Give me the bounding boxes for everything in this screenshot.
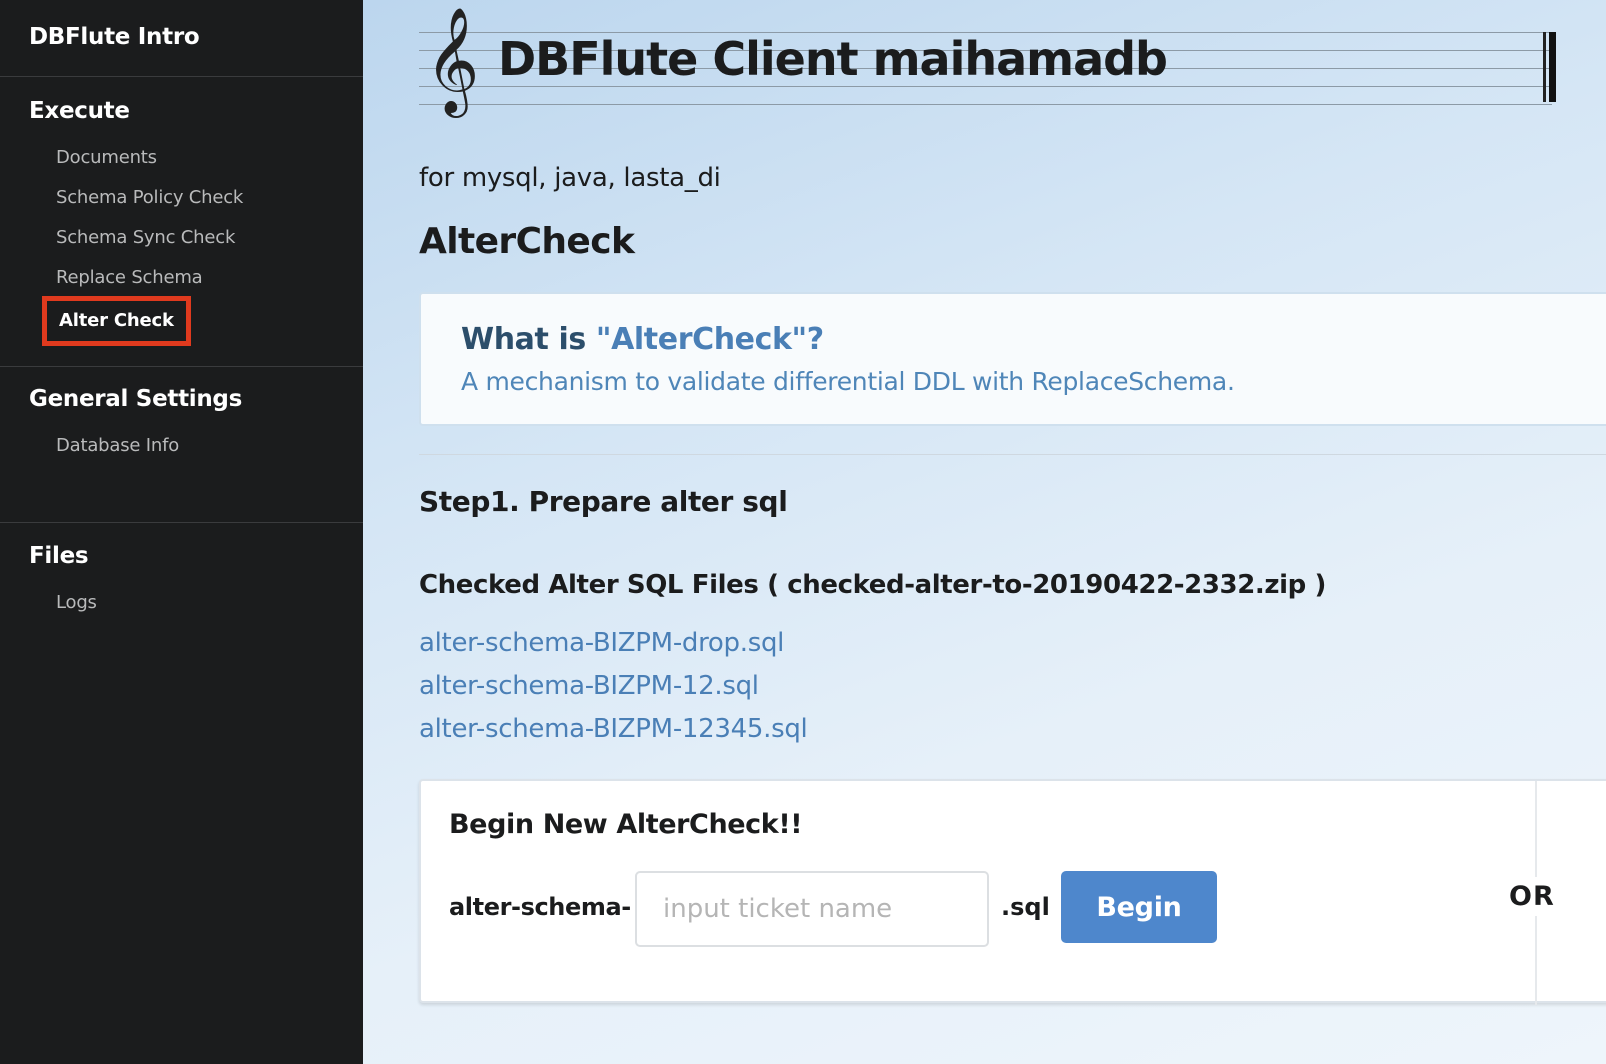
ticket-name-input[interactable] [635,871,989,947]
staff-end-bar-thin [1543,32,1546,102]
sidebar-section-execute: Execute Documents Schema Policy Check Sc… [0,77,363,367]
sidebar-item-alter-check[interactable]: Alter Check [42,296,191,346]
sidebar: DBFlute Intro Execute Documents Schema P… [0,0,363,1064]
sidebar-item-documents[interactable]: Documents [0,138,363,178]
ticket-prefix-label: alter-schema- [449,893,631,921]
page-header-staff: 𝄞 DBFlute Client maihamadb [419,10,1559,143]
app-title[interactable]: DBFlute Intro [0,0,363,77]
sidebar-section-general: General Settings Database Info [0,367,363,523]
info-question: What is "AlterCheck"? [461,322,1606,357]
staff-line [419,104,1552,105]
treble-clef-icon: 𝄞 [425,6,480,113]
sidebar-item-schema-sync-check[interactable]: Schema Sync Check [0,218,363,258]
sidebar-item-schema-policy-check[interactable]: Schema Policy Check [0,178,363,218]
file-link[interactable]: alter-schema-BIZPM-12345.sql [419,708,1606,751]
divider [419,454,1606,455]
begin-new-altercheck-panel: Begin New AlterCheck!! alter-schema- .sq… [419,779,1606,1005]
checked-files-title: Checked Alter SQL Files ( checked-alter-… [419,570,1326,600]
begin-title: Begin New AlterCheck!! [449,809,803,840]
info-question-highlight: "AlterCheck"? [595,322,824,357]
or-label: OR [1509,877,1555,916]
page-subtitle: for mysql, java, lasta_di [419,163,721,193]
file-list: alter-schema-BIZPM-drop.sql alter-schema… [419,622,1606,751]
file-link[interactable]: alter-schema-BIZPM-12.sql [419,665,1606,708]
info-question-prefix: What is [461,322,596,357]
staff-end-bar-thick [1549,32,1556,102]
info-box: What is "AlterCheck"? A mechanism to val… [419,292,1606,426]
info-answer: A mechanism to validate differential DDL… [461,367,1235,396]
sidebar-header-execute: Execute [29,98,130,124]
sidebar-section-files: Files Logs [0,523,363,623]
begin-button[interactable]: Begin [1061,871,1217,943]
sidebar-header-general-settings: General Settings [29,386,242,412]
page-title: DBFlute Client maihamadb [498,32,1168,86]
sidebar-item-alter-check-wrap: Alter Check [0,296,363,346]
staff-line [419,86,1552,87]
sidebar-item-database-info[interactable]: Database Info [0,426,363,466]
section-title: AlterCheck [419,221,635,262]
file-link[interactable]: alter-schema-BIZPM-drop.sql [419,622,1606,665]
step1-title: Step1. Prepare alter sql [419,485,788,518]
ticket-suffix-label: .sql [1001,893,1050,921]
sidebar-header-files: Files [29,543,89,569]
sidebar-item-logs[interactable]: Logs [0,583,363,623]
main-content: 𝄞 DBFlute Client maihamadb for mysql, ja… [363,0,1606,1064]
sidebar-item-replace-schema[interactable]: Replace Schema [0,258,363,298]
